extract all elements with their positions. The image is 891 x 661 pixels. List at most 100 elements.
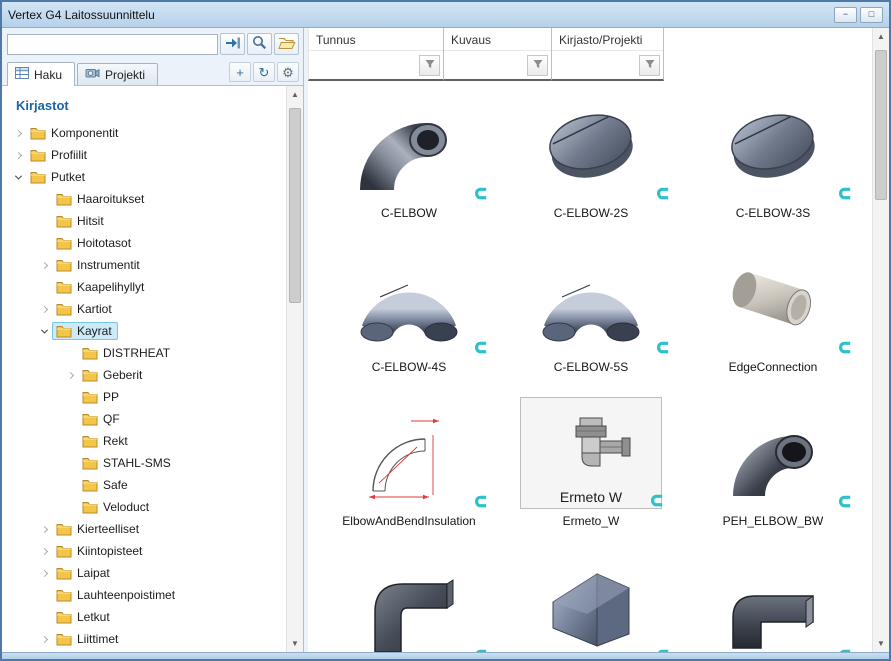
scroll-down-button[interactable]: ▼ <box>873 635 889 652</box>
filter-funnel-button[interactable] <box>527 55 548 76</box>
tree-node[interactable]: Liittimet <box>52 630 124 648</box>
search-button[interactable] <box>247 33 272 55</box>
catalog-item-elbowandbendinsulation[interactable]: ElbowAndBendInsulation <box>318 397 500 551</box>
tree-node[interactable]: Lauhteenpoistimet <box>52 586 181 604</box>
catalog-item-c-elbow-4s[interactable]: C-ELBOW-4S <box>318 243 500 397</box>
column-header-tunnus[interactable]: Tunnus <box>308 28 444 81</box>
tree-item-kayrat[interactable]: Kayrat <box>8 320 286 342</box>
tree-item-safe[interactable]: Safe <box>8 474 286 496</box>
scroll-up-button[interactable]: ▲ <box>287 86 303 103</box>
tree-node[interactable]: Letkut <box>52 608 116 626</box>
refresh-button[interactable]: ↻ <box>253 62 275 82</box>
tree-item-laipat[interactable]: Laipat <box>8 562 286 584</box>
catalog-item[interactable] <box>682 551 864 652</box>
tree-item-kartiot[interactable]: Kartiot <box>8 298 286 320</box>
catalog-item-peh-elbow-bw[interactable]: PEH_ELBOW_BW <box>682 397 864 551</box>
tree-node[interactable]: Instrumentit <box>52 256 146 274</box>
filter-funnel-button[interactable] <box>639 55 660 76</box>
go-button[interactable] <box>220 33 245 55</box>
tree-node[interactable]: Hoitotasot <box>52 234 137 252</box>
search-input[interactable] <box>7 34 218 55</box>
item-thumbnail <box>515 89 667 201</box>
settings-gear-button[interactable]: ⚙ <box>277 62 299 82</box>
chevron-down-icon[interactable] <box>36 329 52 334</box>
scroll-thumb[interactable] <box>289 108 301 303</box>
tree-item-hoitotasot[interactable]: Hoitotasot <box>8 232 286 254</box>
chevron-right-icon[interactable] <box>10 131 26 136</box>
tree-node[interactable]: STAHL-SMS <box>78 454 177 472</box>
tree-item-geberit[interactable]: Geberit <box>8 364 286 386</box>
tree-item-rekt[interactable]: Rekt <box>8 430 286 452</box>
column-header-kuvaus[interactable]: Kuvaus <box>444 28 552 81</box>
tab-haku[interactable]: Haku <box>7 62 75 86</box>
tree-item-kiintopisteet[interactable]: Kiintopisteet <box>8 540 286 562</box>
tree-item-lauhteenpoistimet[interactable]: Lauhteenpoistimet <box>8 584 286 606</box>
tree-item-komponentit[interactable]: Komponentit <box>8 122 286 144</box>
tree-item-veloduct[interactable]: Veloduct <box>8 496 286 518</box>
scroll-up-button[interactable]: ▲ <box>873 28 889 45</box>
tree-item-liittimet[interactable]: Liittimet <box>8 628 286 650</box>
chevron-right-icon[interactable] <box>36 637 52 642</box>
tree-node[interactable]: Profiilit <box>26 146 93 164</box>
tree-node[interactable]: Rekt <box>78 432 134 450</box>
catalog-item[interactable] <box>500 551 682 652</box>
tree-node[interactable]: Kiintopisteet <box>52 542 148 560</box>
minimize-button[interactable]: − <box>834 7 857 23</box>
tree-item-kierteelliset[interactable]: Kierteelliset <box>8 518 286 540</box>
tree-item-distrheat[interactable]: DISTRHEAT <box>8 342 286 364</box>
tree-node[interactable]: Putket <box>26 168 91 186</box>
catalog-item-c-elbow[interactable]: C-ELBOW <box>318 89 500 243</box>
scroll-thumb[interactable] <box>875 50 887 200</box>
maximize-button[interactable]: □ <box>860 7 883 23</box>
results-scrollbar[interactable]: ▲ ▼ <box>872 28 889 652</box>
chevron-right-icon[interactable] <box>36 549 52 554</box>
tree-node[interactable]: Kartiot <box>52 300 118 318</box>
chevron-right-icon[interactable] <box>36 307 52 312</box>
tree-item-letkut[interactable]: Letkut <box>8 606 286 628</box>
tree-item-label: Instrumentit <box>77 258 140 272</box>
tree-node[interactable]: Haaroitukset <box>52 190 150 208</box>
catalog-item-c-elbow-3s[interactable]: C-ELBOW-3S <box>682 89 864 243</box>
tree-item-qf[interactable]: QF <box>8 408 286 430</box>
tree-node[interactable]: Safe <box>78 476 134 494</box>
catalog-item-c-elbow-5s[interactable]: C-ELBOW-5S <box>500 243 682 397</box>
tree-item-profiilit[interactable]: Profiilit <box>8 144 286 166</box>
tab-projekti[interactable]: Projekti <box>77 63 158 85</box>
catalog-item-edgeconnection[interactable]: EdgeConnection <box>682 243 864 397</box>
tree-node[interactable]: Geberit <box>78 366 148 384</box>
tree-item-putket[interactable]: Putket <box>8 166 286 188</box>
tree-node[interactable]: Komponentit <box>26 124 124 142</box>
catalog-item-ermeto-w[interactable]: Ermeto W Ermeto_W <box>500 397 682 551</box>
chevron-right-icon[interactable] <box>36 527 52 532</box>
chevron-right-icon[interactable] <box>36 263 52 268</box>
tree-scrollbar[interactable]: ▲ ▼ <box>286 86 303 652</box>
tree-item-stahl-sms[interactable]: STAHL-SMS <box>8 452 286 474</box>
chevron-right-icon[interactable] <box>62 373 78 378</box>
add-button[interactable]: + <box>229 62 251 82</box>
tree-item-haaroitukset[interactable]: Haaroitukset <box>8 188 286 210</box>
tree-node[interactable]: Hitsit <box>52 212 110 230</box>
tree-node[interactable]: Laipat <box>52 564 116 582</box>
tree-node[interactable]: Veloduct <box>78 498 155 516</box>
catalog-item[interactable] <box>318 551 500 652</box>
open-folder-button[interactable] <box>274 33 299 55</box>
tree-node[interactable]: Kierteelliset <box>52 520 145 538</box>
scroll-down-button[interactable]: ▼ <box>287 635 303 652</box>
tree-node[interactable]: QF <box>78 410 126 428</box>
chevron-down-icon[interactable] <box>10 175 26 180</box>
title-bar[interactable]: Vertex G4 Laitossuunnittelu − □ <box>2 2 889 28</box>
catalog-item-c-elbow-2s[interactable]: C-ELBOW-2S <box>500 89 682 243</box>
filter-funnel-button[interactable] <box>419 55 440 76</box>
tree-item-instrumentit[interactable]: Instrumentit <box>8 254 286 276</box>
tree-node[interactable]: DISTRHEAT <box>78 344 176 362</box>
tree-node[interactable]: PP <box>78 388 125 406</box>
chevron-right-icon[interactable] <box>36 571 52 576</box>
folder-icon <box>56 281 72 294</box>
tree-item-kaapelihyllyt[interactable]: Kaapelihyllyt <box>8 276 286 298</box>
tree-node-selected[interactable]: Kayrat <box>52 322 118 340</box>
tree-item-pp[interactable]: PP <box>8 386 286 408</box>
tree-item-hitsit[interactable]: Hitsit <box>8 210 286 232</box>
tree-node[interactable]: Kaapelihyllyt <box>52 278 150 296</box>
column-header-kirjasto-projekti[interactable]: Kirjasto/Projekti <box>552 28 664 81</box>
chevron-right-icon[interactable] <box>10 153 26 158</box>
